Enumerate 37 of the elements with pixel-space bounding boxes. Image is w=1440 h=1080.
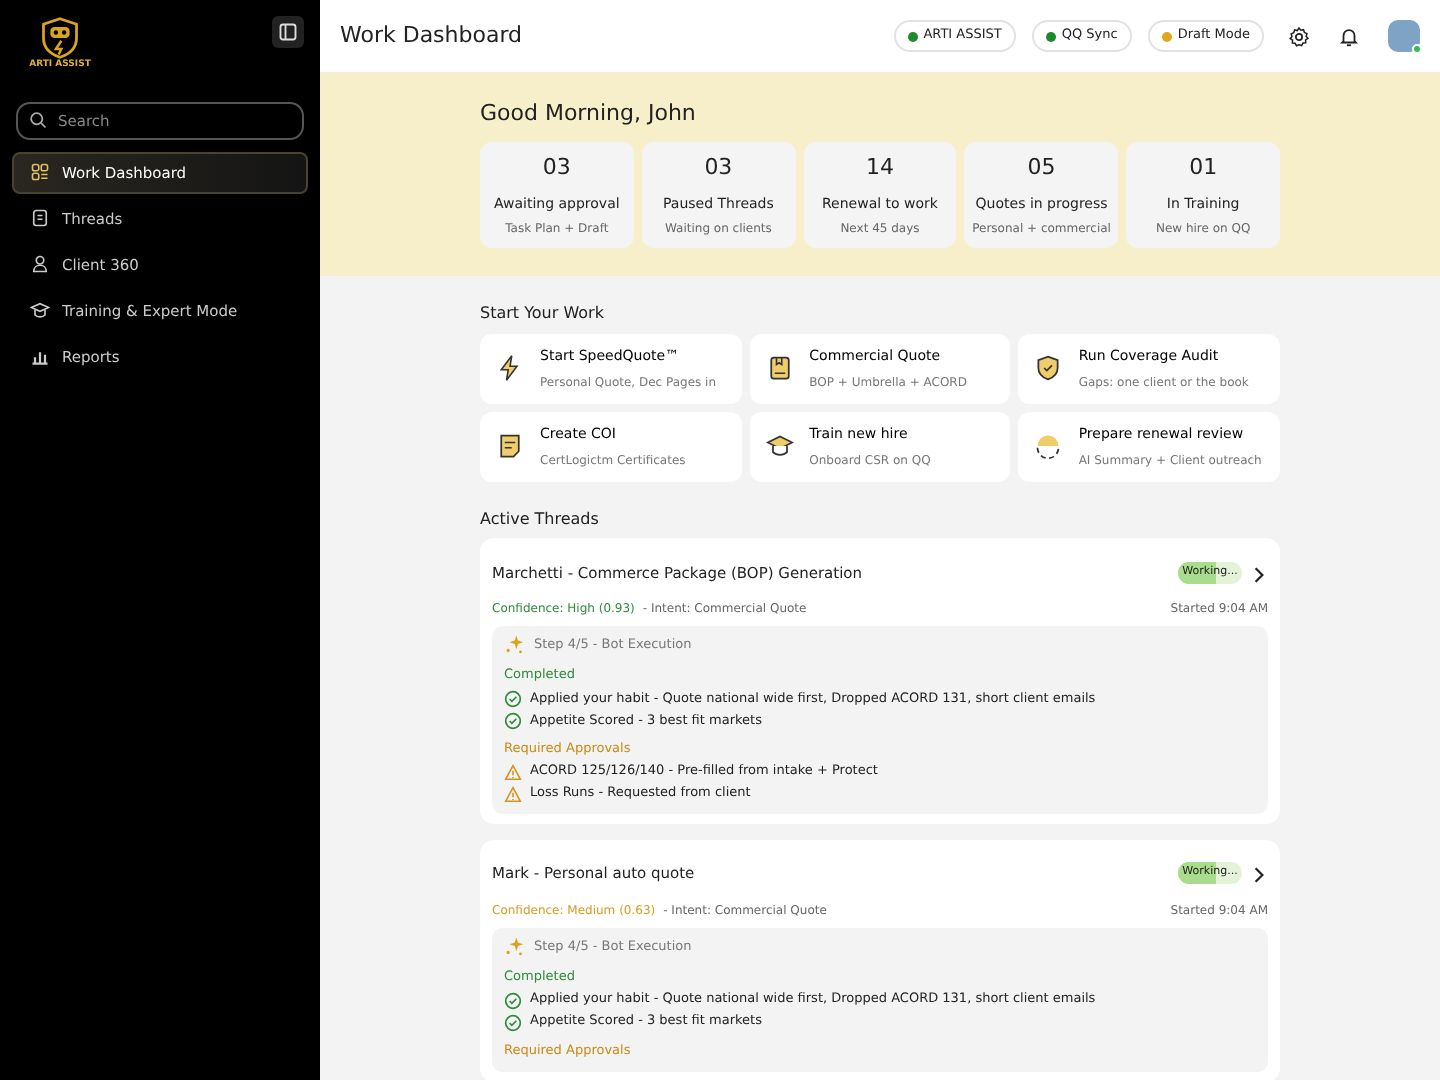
half-circle-icon (1034, 432, 1063, 461)
certificate-icon (496, 432, 524, 461)
person-icon (30, 254, 50, 275)
graduation-cap-icon (765, 432, 794, 461)
stat-value: 01 (1187, 152, 1220, 185)
chevron-right-icon (1250, 866, 1268, 884)
document-icon (30, 208, 50, 229)
warning-icon (504, 785, 522, 804)
stat-value: 03 (702, 152, 735, 185)
chevron-right-icon (1250, 565, 1268, 583)
stat-value: 14 (863, 152, 896, 185)
warning-icon (504, 763, 522, 782)
bar-chart-icon (30, 346, 50, 367)
avatar[interactable] (1388, 20, 1420, 52)
check-circle-icon (504, 712, 522, 731)
grid-icon (30, 162, 50, 183)
sidebar-icon (278, 22, 298, 42)
stat-value: 03 (540, 152, 573, 185)
settings-icon (1288, 26, 1310, 49)
section-title: Start Your Work (480, 304, 606, 324)
shield-check-icon (1034, 354, 1063, 383)
sparkle-icon (504, 634, 526, 657)
greeting: Good Morning, John (480, 100, 698, 127)
book-icon (765, 354, 794, 383)
check-circle-icon (504, 1013, 522, 1032)
page-title: Work Dashboard (340, 22, 525, 50)
robot-shield-logo-icon (38, 16, 82, 60)
lightning-icon (496, 354, 524, 383)
stat-value: 05 (1025, 152, 1058, 185)
graduation-cap-icon (30, 300, 50, 321)
check-circle-icon (504, 991, 522, 1010)
section-title: Active Threads (480, 509, 601, 529)
search-icon (28, 110, 48, 131)
collapse-sidebar-button[interactable] (272, 16, 304, 48)
sparkle-icon (504, 935, 526, 958)
check-circle-icon (504, 690, 522, 709)
bell-icon (1338, 26, 1360, 49)
